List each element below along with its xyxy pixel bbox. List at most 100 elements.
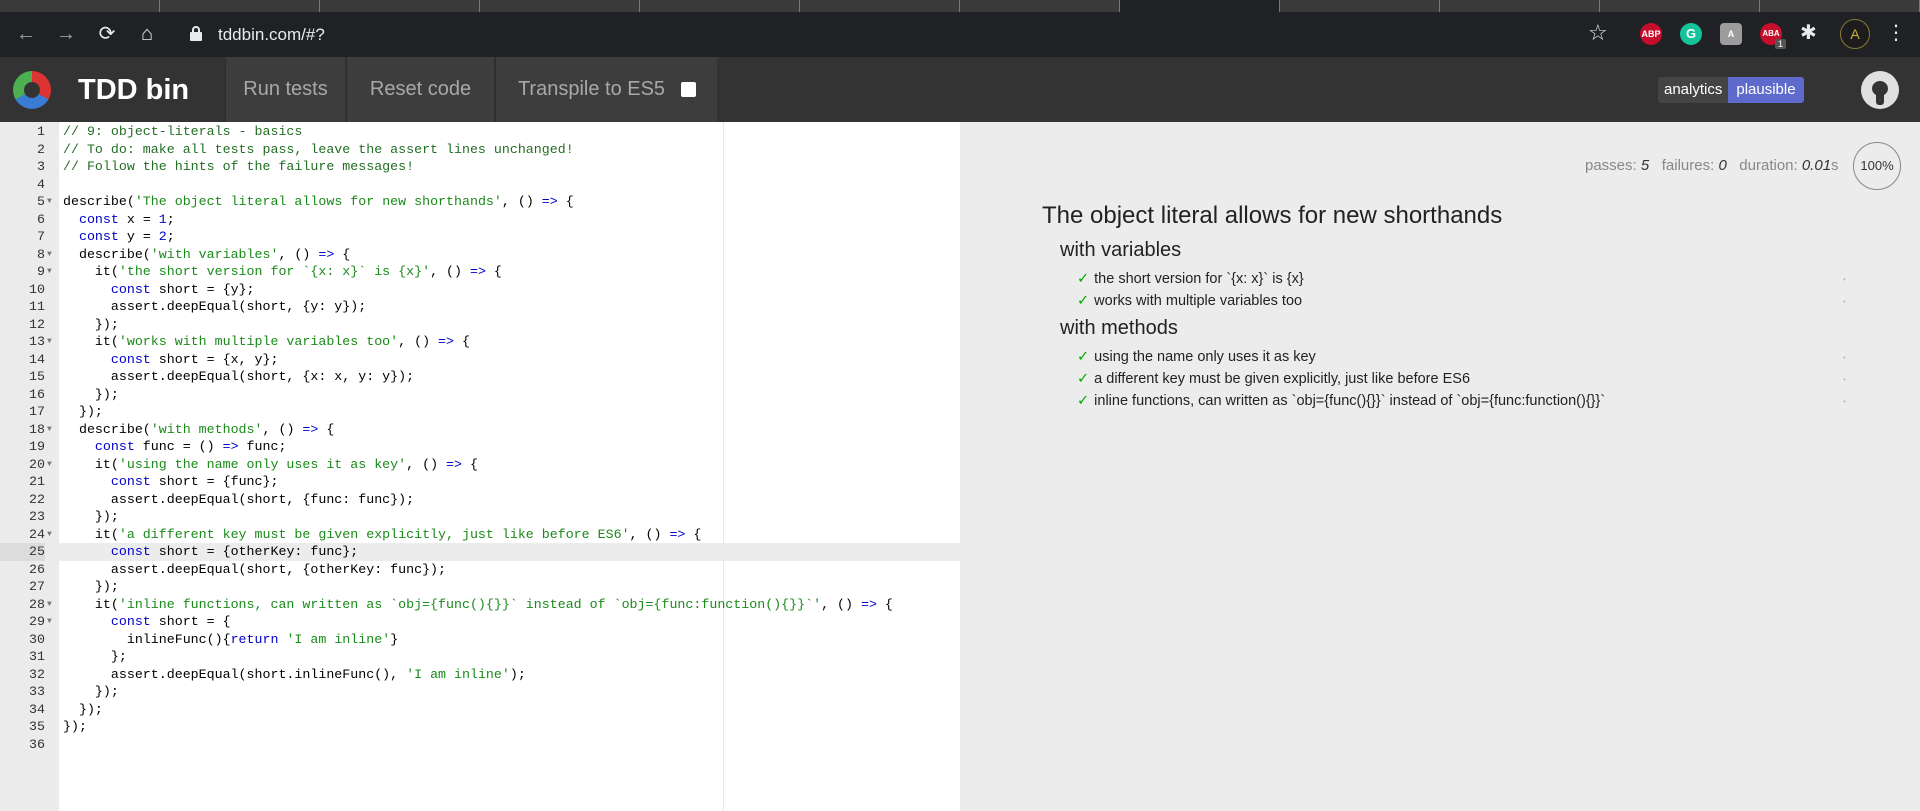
test-result[interactable]: ✓ the short version for `{x: x}` is {x} xyxy=(1077,271,1304,287)
code-line[interactable]: 18 ▼ describe('with methods', () => { xyxy=(0,421,960,439)
code-line[interactable]: 15 assert.deepEqual(short, {x: x, y: y})… xyxy=(0,368,960,386)
github-icon[interactable] xyxy=(1861,71,1899,109)
code-line[interactable]: 32 assert.deepEqual(short.inlineFunc(), … xyxy=(0,666,960,684)
line-number: 33 xyxy=(29,684,45,699)
code-line[interactable]: 34 }); xyxy=(0,701,960,719)
code-line[interactable]: 23 }); xyxy=(0,508,960,526)
code-line[interactable]: 33 }); xyxy=(0,683,960,701)
code-line[interactable]: 11 assert.deepEqual(short, {y: y}); xyxy=(0,298,960,316)
browser-tab[interactable] xyxy=(480,0,640,12)
test-result[interactable]: ✓ a different key must be given explicitl… xyxy=(1077,371,1470,387)
browser-tab[interactable] xyxy=(0,0,160,12)
browser-tab[interactable] xyxy=(640,0,800,12)
describe-title[interactable]: with variables xyxy=(1060,239,1181,262)
fold-arrow-icon[interactable]: ▼ xyxy=(47,246,52,264)
code-line[interactable]: 12 }); xyxy=(0,316,960,334)
code-line[interactable]: 31 }; xyxy=(0,648,960,666)
code-line[interactable]: 10 const short = {y}; xyxy=(0,281,960,299)
code-line[interactable]: 26 assert.deepEqual(short, {otherKey: fu… xyxy=(0,561,960,579)
browser-tab-active[interactable] xyxy=(1120,0,1280,12)
lock-icon[interactable] xyxy=(190,26,202,42)
browser-menu-icon[interactable]: ⋮ xyxy=(1886,20,1906,45)
code-line[interactable]: 22 assert.deepEqual(short, {func: func})… xyxy=(0,491,960,509)
forward-icon[interactable]: → xyxy=(52,20,80,48)
code-text: }); xyxy=(63,386,119,402)
fold-arrow-icon[interactable]: ▼ xyxy=(47,456,52,474)
address-bar[interactable]: tddbin.com/#? xyxy=(178,16,1588,52)
fold-arrow-icon[interactable]: ▼ xyxy=(47,596,52,614)
code-line[interactable]: 24 ▼ it('a different key must be given ex… xyxy=(0,526,960,544)
grammarly-extension-icon[interactable]: G xyxy=(1680,23,1702,45)
test-result[interactable]: ✓ inline functions, can written as `obj={… xyxy=(1077,393,1605,409)
code-line[interactable]: 14 const short = {x, y}; xyxy=(0,351,960,369)
app-brand[interactable]: TDD bin xyxy=(78,74,189,107)
code-text: }); xyxy=(63,509,119,524)
passes-count: 5 xyxy=(1640,157,1650,174)
fold-arrow-icon[interactable]: ▼ xyxy=(47,333,52,351)
url-text[interactable]: tddbin.com/#? xyxy=(218,25,325,45)
code-text: }); xyxy=(63,719,87,734)
test-result[interactable]: ✓ works with multiple variables too xyxy=(1077,293,1302,309)
code-line[interactable]: 29 ▼ const short = { xyxy=(0,613,960,631)
run-tests-button[interactable]: Run tests xyxy=(225,57,345,122)
code-line[interactable]: 3 // Follow the hints of the failure mess… xyxy=(0,158,960,176)
line-number: 18 xyxy=(29,421,45,437)
code-line[interactable]: 17 }); xyxy=(0,403,960,421)
fold-arrow-icon[interactable]: ▼ xyxy=(47,263,52,281)
code-line[interactable]: 35}); xyxy=(0,718,960,736)
home-icon[interactable]: ⌂ xyxy=(133,20,161,48)
code-editor[interactable]: 1 // 9: object-literals - basics 2 // To do… xyxy=(0,122,960,811)
code-line[interactable]: 25 const short = {otherKey: func}; xyxy=(0,543,960,561)
extension-a-icon[interactable]: A xyxy=(1720,23,1742,45)
browser-tab[interactable] xyxy=(1760,0,1920,12)
fold-arrow-icon[interactable]: ▼ xyxy=(47,613,52,631)
extensions-puzzle-icon[interactable]: ✱ xyxy=(1800,20,1817,45)
browser-tab[interactable] xyxy=(1280,0,1440,12)
code-line[interactable]: 36 xyxy=(0,736,960,754)
browser-tab[interactable] xyxy=(1440,0,1600,12)
browser-tab[interactable] xyxy=(1600,0,1760,12)
code-line[interactable]: 16 }); xyxy=(0,386,960,404)
reset-code-button[interactable]: Reset code xyxy=(346,57,494,122)
profile-avatar[interactable]: A xyxy=(1840,19,1870,49)
line-number: 36 xyxy=(29,736,45,752)
bookmark-star-icon[interactable]: ☆ xyxy=(1588,20,1608,46)
code-line[interactable]: 1 // 9: object-literals - basics xyxy=(0,123,960,141)
code-text: // To do: make all tests pass, leave the… xyxy=(63,141,574,157)
code-line[interactable]: 13 ▼ it('works with multiple variables to… xyxy=(0,333,960,351)
analytics-badge[interactable]: analytics plausible xyxy=(1658,77,1804,103)
browser-tab[interactable] xyxy=(160,0,320,12)
adblock-extension-icon[interactable]: ABP xyxy=(1640,23,1662,45)
code-line[interactable]: 20 ▼ it('using the name only uses it as k… xyxy=(0,456,960,474)
describe-title[interactable]: with methods xyxy=(1060,317,1178,340)
code-line[interactable]: 4 xyxy=(0,176,960,194)
code-line[interactable]: 21 const short = {func}; xyxy=(0,473,960,491)
reload-icon[interactable]: ⟳ xyxy=(93,20,121,48)
transpile-checkbox[interactable] xyxy=(681,82,696,97)
code-line[interactable]: 30 inlineFunc(){return 'I am inline'} xyxy=(0,631,960,649)
code-line[interactable]: 27 }); xyxy=(0,578,960,596)
browser-tab[interactable] xyxy=(320,0,480,12)
tddbin-logo-icon[interactable] xyxy=(13,71,51,109)
browser-tab[interactable] xyxy=(960,0,1120,12)
browser-tab[interactable] xyxy=(800,0,960,12)
test-result[interactable]: ✓ using the name only uses it as key xyxy=(1077,349,1316,365)
line-number: 31 xyxy=(29,649,45,664)
code-line[interactable]: 28 ▼ it('inline functions, can written as… xyxy=(0,596,960,614)
code-line[interactable]: 19 const func = () => func; xyxy=(0,438,960,456)
code-text: }); xyxy=(63,579,119,594)
code-text: }); xyxy=(63,684,119,699)
fold-arrow-icon[interactable]: ▼ xyxy=(47,193,52,211)
back-icon[interactable]: ← xyxy=(12,20,40,48)
suite-title[interactable]: The object literal allows for new shorth… xyxy=(1042,202,1502,230)
code-line[interactable]: 8 ▼ describe('with variables', () => { xyxy=(0,246,960,264)
code-line[interactable]: 5 ▼ describe('The object literal allows fo… xyxy=(0,193,960,211)
fold-arrow-icon[interactable]: ▼ xyxy=(47,421,52,439)
fold-arrow-icon[interactable]: ▼ xyxy=(47,526,52,544)
code-line[interactable]: 7 const y = 2; xyxy=(0,228,960,246)
code-line[interactable]: 2 // To do: make all tests pass, leave th… xyxy=(0,141,960,159)
code-text: const x = 1; xyxy=(78,211,175,227)
code-line[interactable]: 9 ▼ it('the short version for `{x: x}` is… xyxy=(0,263,960,281)
line-number: 22 xyxy=(29,491,45,507)
code-line[interactable]: 6 const x = 1; xyxy=(0,211,960,229)
